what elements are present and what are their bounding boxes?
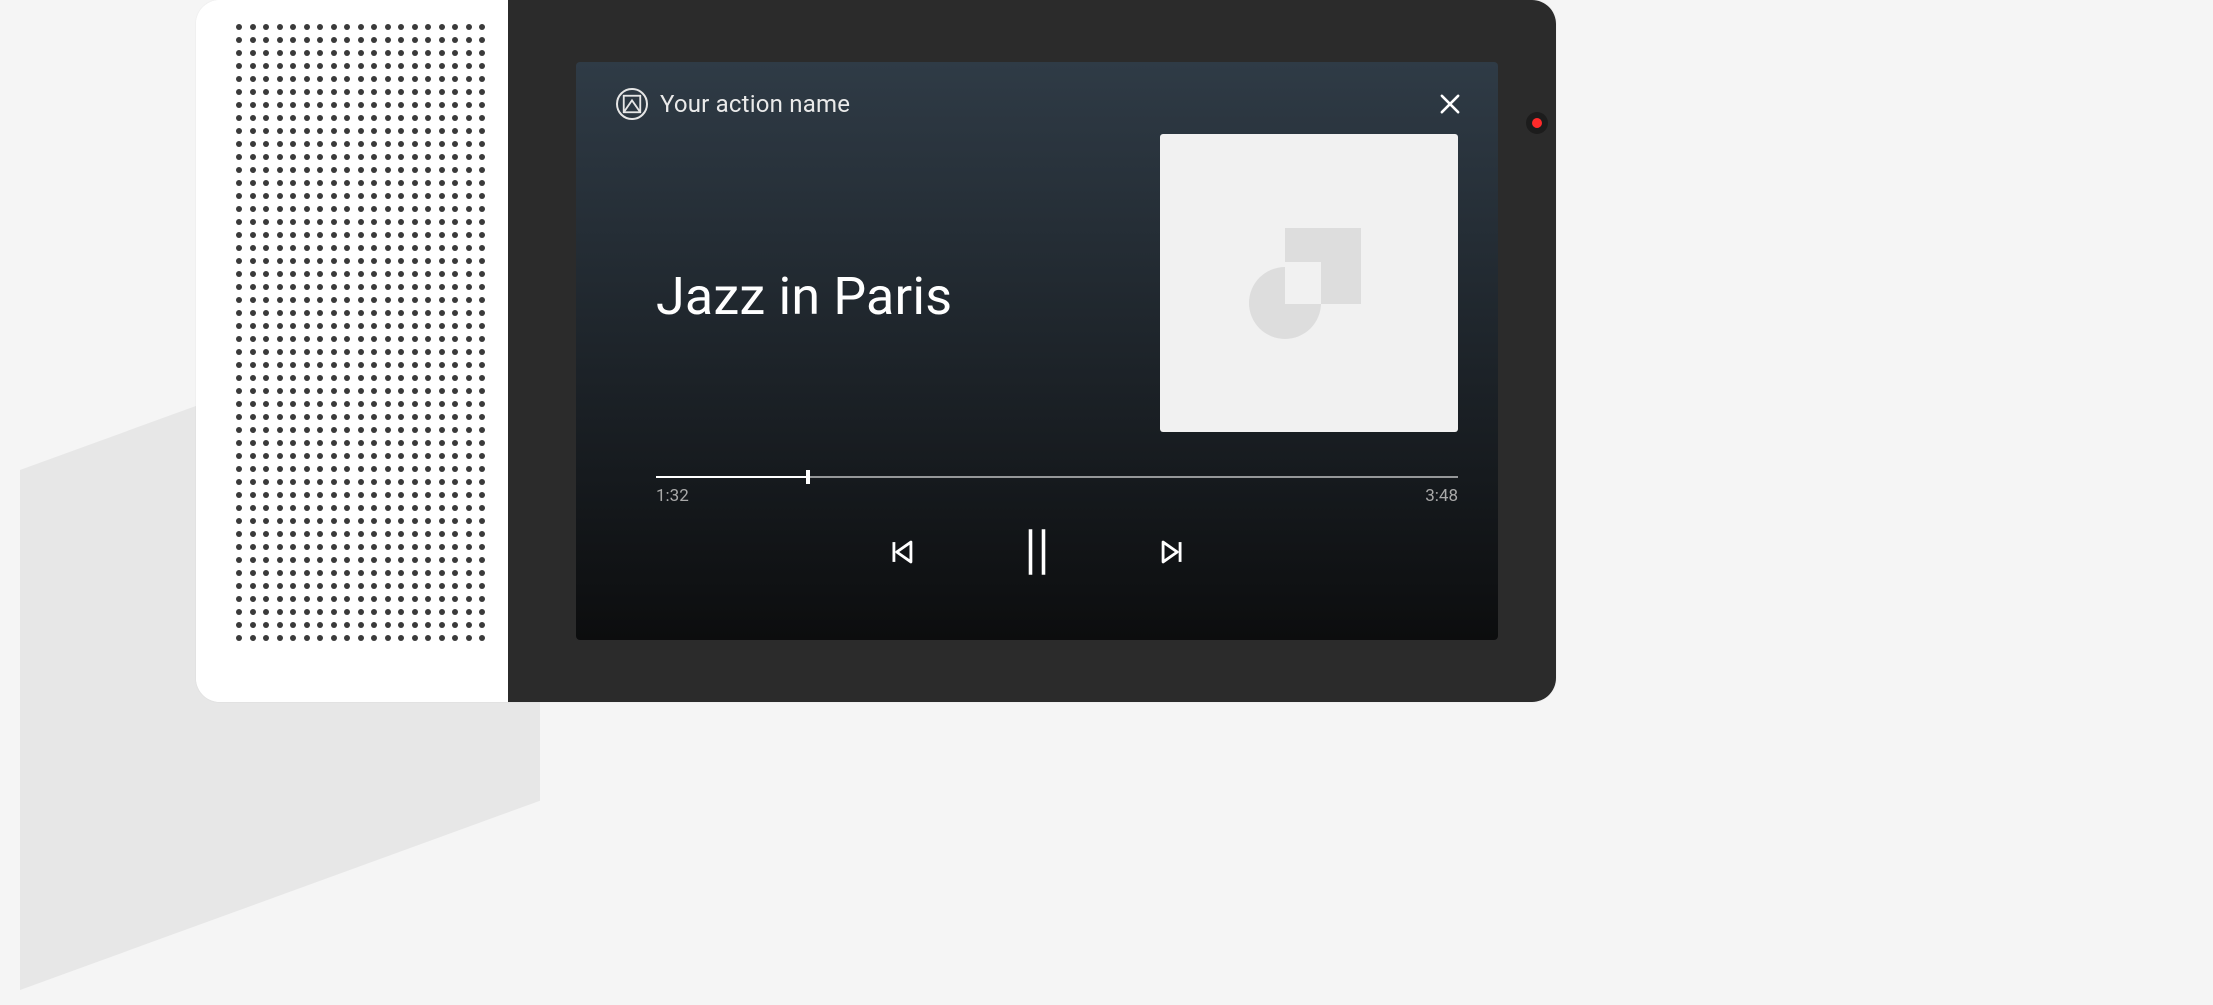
skip-previous-icon [884, 535, 918, 569]
duration-time: 3:48 [1425, 486, 1458, 506]
album-art [1160, 134, 1458, 432]
play-pause-button[interactable] [1013, 528, 1061, 576]
skip-next-icon [1156, 535, 1190, 569]
seek-bar[interactable] [656, 476, 1458, 478]
playback-controls [616, 528, 1458, 576]
smart-display-device: Your action name Jazz in Paris [196, 0, 1556, 702]
close-button[interactable] [1436, 90, 1464, 118]
recording-led-icon [1532, 118, 1542, 128]
close-icon [1436, 90, 1464, 118]
media-player-card: Your action name Jazz in Paris [576, 62, 1498, 640]
pause-icon [1017, 526, 1057, 578]
seek-bar-thumb[interactable] [806, 470, 810, 484]
seek-bar-fill [656, 476, 808, 478]
previous-button[interactable] [877, 528, 925, 576]
device-screen: Your action name Jazz in Paris [508, 0, 1556, 702]
next-button[interactable] [1149, 528, 1197, 576]
elapsed-time: 1:32 [656, 486, 689, 506]
action-name-label: Your action name [660, 90, 850, 118]
card-header: Your action name [616, 88, 1458, 120]
album-placeholder-icon [1249, 223, 1369, 343]
speaker-grille [196, 0, 508, 702]
logo-geometric-icon [616, 88, 648, 120]
track-title: Jazz in Paris [656, 266, 952, 327]
